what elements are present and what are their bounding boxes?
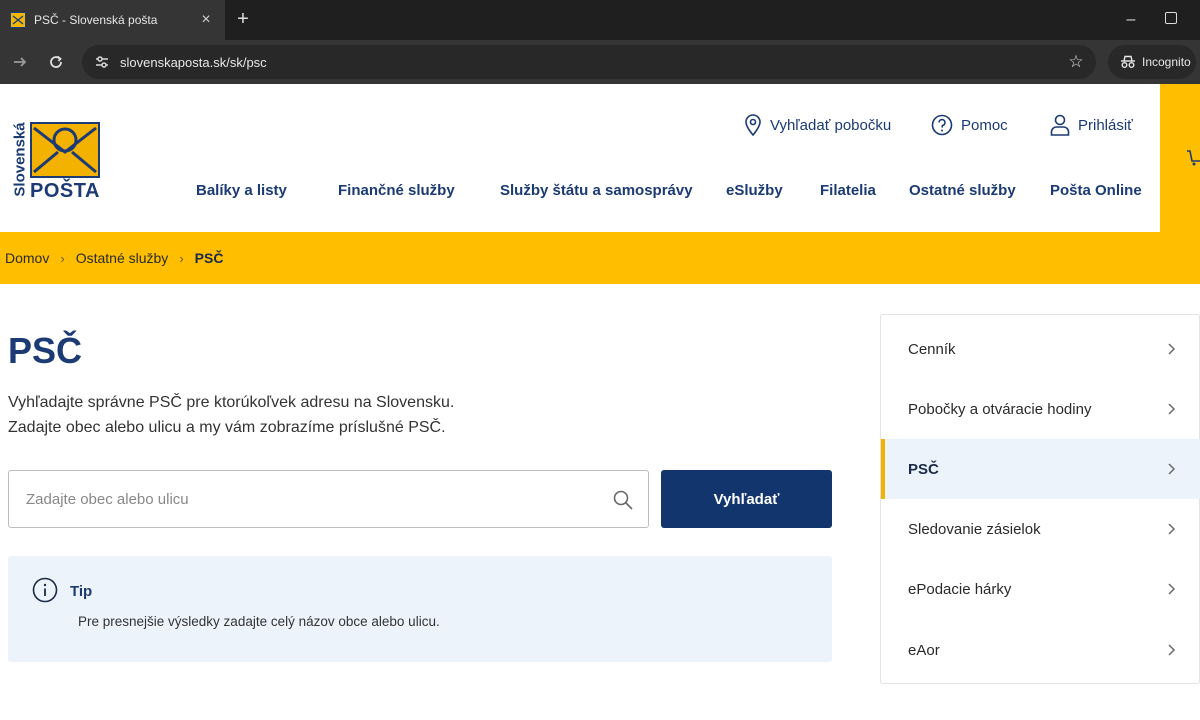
nav-parcels-letters[interactable]: Balíky a listy bbox=[196, 182, 287, 199]
bookmark-star-icon[interactable]: ☆ bbox=[1066, 52, 1086, 72]
search-input[interactable] bbox=[26, 490, 586, 508]
tip-box bbox=[8, 556, 832, 662]
nav-philately[interactable]: Filatelia bbox=[820, 182, 876, 199]
search-button[interactable]: Vyhľadať bbox=[661, 470, 832, 528]
url-text: slovenskaposta.sk/sk/psc bbox=[120, 54, 267, 70]
breadcrumb: Domov › Ostatné služby › PSČ bbox=[0, 232, 1200, 284]
sidebar-item-epodacie[interactable]: ePodacie hárky bbox=[881, 559, 1200, 619]
chevron-right-icon: › bbox=[179, 250, 184, 266]
sidebar-item-price-list[interactable]: Cenník bbox=[881, 319, 1200, 379]
site-favicon-icon bbox=[10, 12, 26, 28]
incognito-badge[interactable]: Incognito bbox=[1108, 45, 1196, 79]
new-tab-icon[interactable]: + bbox=[232, 8, 254, 30]
cart-icon[interactable] bbox=[1186, 148, 1200, 168]
minimize-window-icon[interactable]: – bbox=[1121, 10, 1141, 30]
nav-posta-online[interactable]: Pošta Online bbox=[1050, 182, 1142, 199]
close-tab-icon[interactable]: × bbox=[197, 12, 215, 28]
intro-line-1: Vyhľadajte správne PSČ pre ktorúkoľvek a… bbox=[8, 394, 455, 411]
chevron-right-icon bbox=[1168, 403, 1176, 415]
nav-other-services[interactable]: Ostatné služby bbox=[909, 182, 1016, 199]
chevron-right-icon bbox=[1168, 463, 1176, 475]
incognito-label: Incognito bbox=[1142, 55, 1191, 69]
sidebar-item-label: Pobočky a otváracie hodiny bbox=[908, 400, 1092, 418]
help-label: Pomoc bbox=[961, 116, 1008, 134]
sidebar-item-label: Sledovanie zásielok bbox=[908, 520, 1041, 538]
tip-text: Pre presnejšie výsledky zadajte celý náz… bbox=[78, 614, 440, 629]
incognito-icon bbox=[1121, 55, 1135, 68]
find-branch-label: Vyhľadať pobočku bbox=[770, 116, 892, 134]
nav-financial-services[interactable]: Finančné služby bbox=[338, 182, 455, 199]
nav-eservices[interactable]: eSlužby bbox=[726, 182, 783, 199]
sidebar-item-eaor[interactable]: eAor bbox=[881, 620, 1200, 680]
logo-bottom-word: POŠTA bbox=[30, 180, 100, 202]
forward-icon[interactable] bbox=[8, 50, 32, 74]
sidebar-item-branches[interactable]: Pobočky a otváracie hodiny bbox=[881, 379, 1200, 439]
sidebar-item-label: eAor bbox=[908, 641, 940, 659]
sidebar-item-label: PSČ bbox=[908, 460, 939, 478]
intro-line-2: Zadajte obec alebo ulicu a my vám zobraz… bbox=[8, 419, 446, 436]
logo-emblem-icon[interactable] bbox=[30, 122, 100, 178]
login-label: Prihlásiť bbox=[1078, 116, 1133, 134]
find-branch-link[interactable]: Vyhľadať pobočku bbox=[744, 112, 891, 138]
chevron-right-icon: › bbox=[60, 250, 65, 266]
info-icon bbox=[32, 577, 58, 603]
browser-tab[interactable]: PSČ - Slovenská pošta × bbox=[0, 0, 225, 40]
site-settings-icon[interactable] bbox=[86, 45, 118, 79]
help-link[interactable]: Pomoc bbox=[931, 112, 1008, 138]
page-title: PSČ bbox=[8, 330, 83, 371]
search-field[interactable] bbox=[8, 470, 649, 528]
sidebar-item-psc[interactable]: PSČ bbox=[881, 439, 1200, 499]
sidebar-item-tracking[interactable]: Sledovanie zásielok bbox=[881, 499, 1200, 559]
login-link[interactable]: Prihlásiť bbox=[1050, 112, 1133, 138]
reload-icon[interactable] bbox=[44, 50, 68, 74]
user-icon bbox=[1050, 114, 1070, 136]
chevron-right-icon bbox=[1168, 644, 1176, 656]
breadcrumb-current: PSČ bbox=[194, 250, 224, 266]
breadcrumb-other-services[interactable]: Ostatné služby bbox=[76, 250, 169, 266]
sidebar-item-label: Cenník bbox=[908, 340, 956, 358]
browser-toolbar: slovenskaposta.sk/sk/psc ☆ Incognito bbox=[0, 40, 1200, 84]
intro-text: Vyhľadajte správne PSČ pre ktorúkoľvek a… bbox=[8, 390, 454, 440]
browser-tab-strip: PSČ - Slovenská pošta × + – bbox=[0, 0, 1200, 40]
tab-title: PSČ - Slovenská pošta bbox=[34, 13, 158, 27]
location-pin-icon bbox=[745, 114, 761, 136]
search-icon[interactable] bbox=[612, 489, 634, 511]
sidebar-item-label: ePodacie hárky bbox=[908, 580, 1012, 598]
tip-title: Tip bbox=[70, 583, 93, 600]
help-question-icon bbox=[931, 114, 953, 136]
address-bar[interactable]: slovenskaposta.sk/sk/psc ☆ bbox=[82, 45, 1096, 79]
maximize-window-icon[interactable] bbox=[1165, 12, 1177, 24]
logo-wordmark-vertical: Slovenská bbox=[8, 120, 29, 200]
site-header bbox=[0, 84, 1160, 232]
nav-state-services[interactable]: Služby štátu a samosprávy bbox=[500, 182, 693, 199]
chevron-right-icon bbox=[1168, 583, 1176, 595]
chevron-right-icon bbox=[1168, 523, 1176, 535]
breadcrumb-home[interactable]: Domov bbox=[5, 250, 49, 266]
chevron-right-icon bbox=[1168, 343, 1176, 355]
sidebar-menu: Cenník Pobočky a otváracie hodiny PSČ Sl… bbox=[880, 314, 1200, 684]
logo-top-word: Slovenská bbox=[11, 122, 29, 197]
